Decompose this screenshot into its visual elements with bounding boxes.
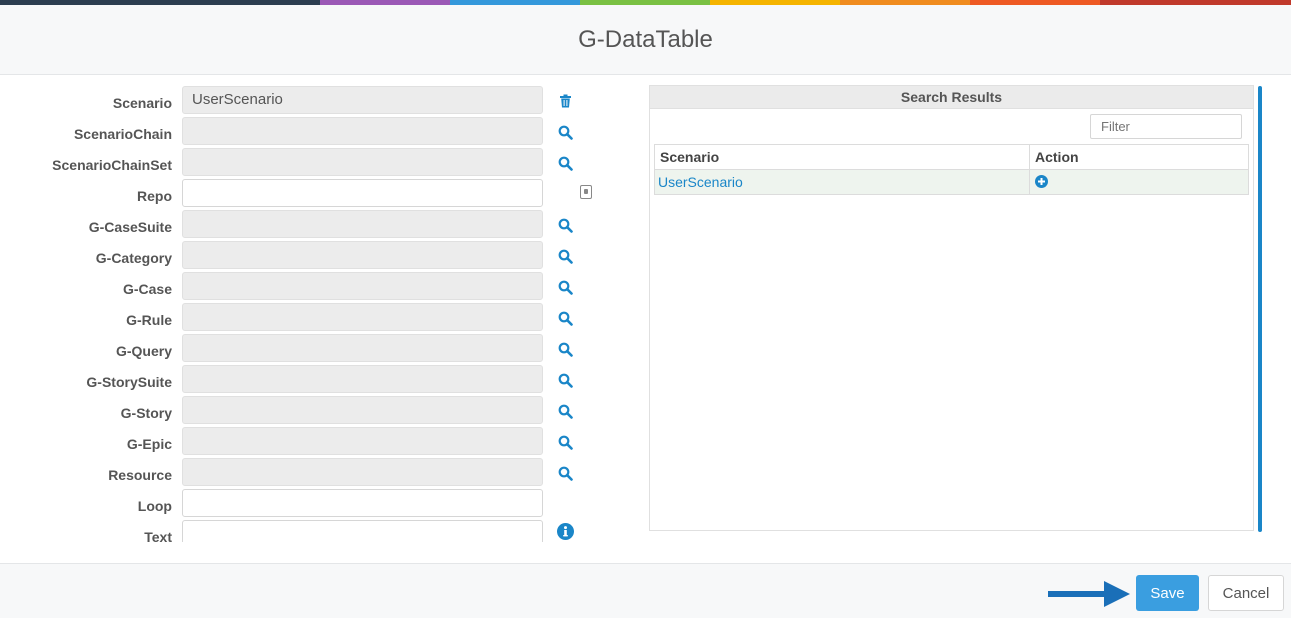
search-icon[interactable]	[556, 309, 574, 327]
field-input[interactable]	[182, 365, 543, 393]
form-row: Text	[0, 520, 600, 542]
column-header-scenario: Scenario	[654, 144, 1030, 170]
form-row: G-Story	[0, 396, 600, 424]
field-input[interactable]	[182, 272, 543, 300]
field-input[interactable]	[182, 179, 543, 207]
search-icon[interactable]	[556, 247, 574, 265]
field-input[interactable]: UserScenario	[182, 86, 543, 114]
search-results-title: Search Results	[650, 86, 1253, 109]
modal-header: G-DataTable	[0, 5, 1291, 75]
modal-footer: Save Cancel	[0, 563, 1291, 618]
search-icon[interactable]	[556, 216, 574, 234]
arrow-right-icon	[1048, 581, 1130, 607]
form-row: Loop	[0, 489, 600, 517]
form-row: ScenarioChainSet	[0, 148, 600, 176]
filter-input[interactable]	[1090, 114, 1242, 139]
modal-title: G-DataTable	[578, 25, 713, 53]
field-label: G-Epic	[126, 436, 172, 452]
search-icon[interactable]	[556, 464, 574, 482]
field-label: G-StorySuite	[86, 374, 172, 390]
field-input[interactable]	[182, 334, 543, 362]
table-header-row: Scenario Action	[654, 144, 1249, 170]
field-label: G-Story	[120, 405, 172, 421]
search-icon[interactable]	[556, 402, 574, 420]
field-input[interactable]	[182, 427, 543, 455]
trash-icon[interactable]	[556, 92, 574, 110]
form-panel: Scenario UserScenario ScenarioChain Scenari…	[0, 84, 600, 542]
field-label: Repo	[137, 188, 172, 204]
form-row: G-Case	[0, 272, 600, 300]
field-label: ScenarioChainSet	[52, 157, 172, 173]
form-row: Resource	[0, 458, 600, 486]
plus-circle-icon[interactable]	[1035, 174, 1048, 191]
scenario-link[interactable]: UserScenario	[654, 169, 1030, 195]
field-input[interactable]	[182, 520, 543, 542]
form-row: G-Query	[0, 334, 600, 362]
field-label: G-Category	[95, 250, 172, 266]
field-input[interactable]	[182, 489, 543, 517]
table-row: UserScenario	[654, 169, 1249, 195]
field-input[interactable]	[182, 303, 543, 331]
field-input[interactable]	[182, 148, 543, 176]
field-input[interactable]	[182, 117, 543, 145]
field-label: ScenarioChain	[73, 126, 172, 142]
form-row: Scenario UserScenario	[0, 86, 600, 114]
form-row: ScenarioChain	[0, 117, 600, 145]
field-label: G-Rule	[126, 312, 172, 328]
form-row: G-CaseSuite	[0, 210, 600, 238]
form-row: G-Category	[0, 241, 600, 269]
field-label: G-Query	[115, 343, 172, 359]
contact-card-icon[interactable]	[580, 185, 592, 199]
form-row: G-Rule	[0, 303, 600, 331]
action-cell	[1029, 169, 1249, 195]
column-header-action: Action	[1029, 144, 1249, 170]
field-input[interactable]	[182, 458, 543, 486]
field-label: G-CaseSuite	[88, 219, 172, 235]
save-button[interactable]: Save	[1136, 575, 1199, 611]
field-input[interactable]	[182, 241, 543, 269]
search-icon[interactable]	[556, 154, 574, 172]
field-label: Loop	[137, 498, 172, 514]
field-label: Scenario	[112, 95, 172, 111]
form-row: Repo	[0, 179, 600, 207]
search-icon[interactable]	[556, 278, 574, 296]
field-label: Text	[144, 529, 172, 542]
info-icon[interactable]	[556, 522, 574, 540]
cancel-button[interactable]: Cancel	[1208, 575, 1284, 611]
field-label: G-Case	[122, 281, 172, 297]
scrollbar[interactable]	[1258, 86, 1262, 532]
search-icon[interactable]	[556, 123, 574, 141]
form-row: G-StorySuite	[0, 365, 600, 393]
search-icon[interactable]	[556, 371, 574, 389]
form-row: G-Epic	[0, 427, 600, 455]
field-label: Resource	[108, 467, 172, 483]
search-icon[interactable]	[556, 340, 574, 358]
field-input[interactable]	[182, 210, 543, 238]
search-results-panel: Search Results Scenario Action UserScena…	[649, 85, 1254, 531]
search-icon[interactable]	[556, 433, 574, 451]
field-input[interactable]	[182, 396, 543, 424]
results-table: Scenario Action UserScenario	[654, 144, 1249, 195]
